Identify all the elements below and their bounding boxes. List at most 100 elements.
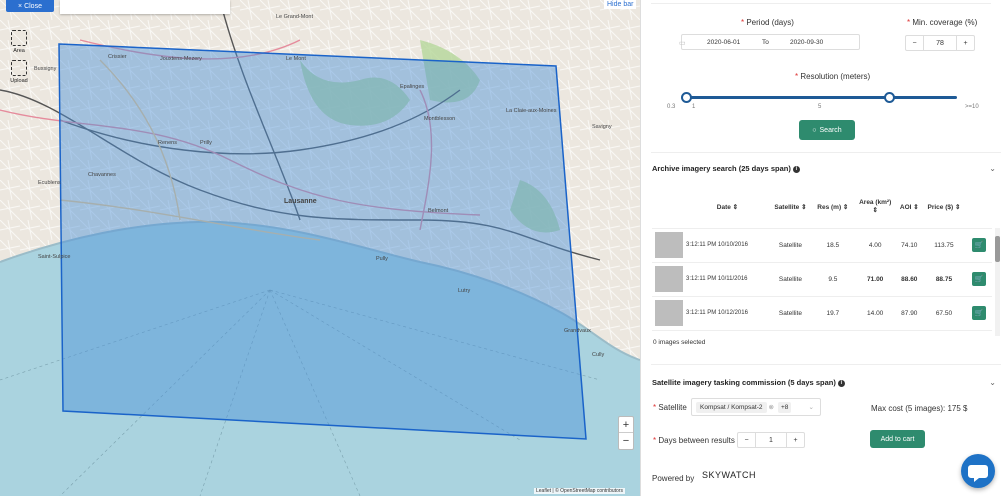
thumb-column-header xyxy=(652,186,686,229)
column-header-area[interactable]: Area (km²) ⇕ xyxy=(853,186,897,229)
zoom-out-button[interactable]: − xyxy=(619,433,633,449)
add-to-cart-icon[interactable]: 🛒 xyxy=(972,306,986,320)
coverage-label: * Min. coverage (%) xyxy=(907,18,978,27)
chat-button[interactable] xyxy=(961,454,995,488)
cell-area: 4.00 xyxy=(853,228,897,263)
map-view[interactable]: Crissier Jouxtens-Mezery Le Mont Bussign… xyxy=(0,0,640,496)
chat-bubble-icon xyxy=(968,465,988,482)
divider xyxy=(651,152,1001,153)
period-label: * Period (days) xyxy=(741,18,794,27)
resolution-slider-track[interactable] xyxy=(687,96,957,99)
cell-price: 67.50 xyxy=(921,296,966,331)
calendar-icon: ▭ xyxy=(679,40,686,47)
place-label: Ecublens xyxy=(38,180,61,186)
table-row[interactable]: 3:12:11 PM 10/12/2016 Satellite 19.7 14.… xyxy=(652,296,992,331)
search-button[interactable]: ○ Search xyxy=(799,120,855,140)
coverage-input[interactable]: 78 xyxy=(924,36,956,50)
place-label: Savigny xyxy=(592,124,612,130)
slider-max-handle[interactable] xyxy=(884,92,895,103)
date-from-input[interactable]: 2020-06-01 xyxy=(707,39,740,46)
cell-date: 3:12:11 PM 10/12/2016 xyxy=(686,296,769,331)
powered-by-label: Powered by xyxy=(652,474,695,483)
tasking-section-title[interactable]: Satellite imagery tasking commission (5 … xyxy=(652,378,845,387)
area-select-icon xyxy=(11,30,27,46)
table-scrollbar[interactable] xyxy=(995,228,1000,336)
place-label: La Claie-aux-Moines xyxy=(506,108,557,114)
cell-price: 113.75 xyxy=(921,228,966,263)
place-label: Pully xyxy=(376,256,388,262)
column-header-satellite[interactable]: Satellite ⇕ xyxy=(768,186,813,229)
table-header-row: Date ⇕ Satellite ⇕ Res (m) ⇕ Area (km²) ⇕… xyxy=(652,186,992,229)
archive-table: Date ⇕ Satellite ⇕ Res (m) ⇕ Area (km²) ⇕… xyxy=(652,186,1002,336)
area-tool-button[interactable]: Area xyxy=(8,30,30,54)
slider-min-label: 0.3 xyxy=(667,104,676,110)
date-to-label: To xyxy=(762,39,769,46)
map-attribution[interactable]: Leaflet | © OpenStreetMap contributors xyxy=(534,488,625,494)
chevron-down-icon: ⌄ xyxy=(808,404,814,411)
satellite-label: * Satellite xyxy=(653,403,687,412)
place-label: Renens xyxy=(158,140,177,146)
date-to-input[interactable]: 2020-09-30 xyxy=(790,39,823,46)
cell-area: 14.00 xyxy=(853,296,897,331)
days-input[interactable]: 1 xyxy=(756,433,786,447)
add-to-cart-icon[interactable]: 🛒 xyxy=(972,238,986,252)
resolution-label: * Resolution (meters) xyxy=(795,72,871,81)
hide-bar-link[interactable]: Hide bar xyxy=(604,0,637,9)
close-button[interactable]: × Close xyxy=(6,0,54,12)
place-label: Epalinges xyxy=(400,84,425,90)
chip-remove-icon[interactable]: ⊗ xyxy=(769,403,774,411)
place-label: Montblesson xyxy=(424,116,456,122)
column-header-date[interactable]: Date ⇕ xyxy=(686,186,769,229)
column-header-price[interactable]: Price ($) ⇕ xyxy=(921,186,966,229)
cell-satellite: Satellite xyxy=(768,228,813,263)
selected-count: 0 images selected xyxy=(653,339,706,346)
zoom-in-button[interactable]: + xyxy=(619,417,633,433)
search-panel: * Period (days) * Min. coverage (%) ▭ 20… xyxy=(640,0,1008,496)
days-plus-button[interactable]: + xyxy=(786,433,804,447)
more-satellites-badge: +8 xyxy=(777,401,792,413)
satellite-select[interactable]: Kompsat / Kompsat-2 ⊗ +8 ⌄ xyxy=(691,398,821,416)
skywatch-logo[interactable]: SKYWATCH xyxy=(702,470,756,480)
cell-res: 9.5 xyxy=(812,262,854,297)
image-thumbnail[interactable] xyxy=(655,300,683,326)
table-row[interactable]: 3:12:11 PM 10/10/2016 Satellite 18.5 4.0… xyxy=(652,228,992,263)
column-header-aoi[interactable]: AOI ⇕ xyxy=(896,186,922,229)
place-label: Crissier xyxy=(108,54,127,60)
chevron-down-icon[interactable]: ⌄ xyxy=(989,378,996,387)
cart-column-header xyxy=(966,186,992,229)
info-icon: i xyxy=(837,379,845,387)
place-label: Belmont xyxy=(428,208,449,214)
add-to-cart-icon[interactable]: 🛒 xyxy=(972,272,986,286)
upload-tool-button[interactable]: Upload xyxy=(8,60,30,84)
area-of-interest-polygon xyxy=(58,43,587,440)
cell-date: 3:12:11 PM 10/10/2016 xyxy=(686,228,769,263)
cell-res: 18.5 xyxy=(812,228,854,263)
search-button-label: Search xyxy=(819,126,842,134)
scrollbar-thumb[interactable] xyxy=(995,236,1000,262)
column-header-res[interactable]: Res (m) ⇕ xyxy=(812,186,854,229)
date-range-picker[interactable]: ▭ 2020-06-01 To 2020-09-30 xyxy=(679,34,860,50)
panel-top-divider xyxy=(651,0,991,4)
map-search-input[interactable] xyxy=(60,0,230,14)
cell-satellite: Satellite xyxy=(768,296,813,331)
place-label: Saint-Sulpice xyxy=(38,254,71,260)
slider-min-handle[interactable] xyxy=(681,92,692,103)
image-thumbnail[interactable] xyxy=(655,232,683,258)
archive-section-title[interactable]: Archive imagery search (25 days span) i xyxy=(652,164,800,173)
table-row[interactable]: 3:12:11 PM 10/11/2016 Satellite 9.5 71.0… xyxy=(652,262,992,297)
cell-aoi: 74.10 xyxy=(896,228,922,263)
days-between-label: * Days between results xyxy=(653,436,735,445)
chevron-down-icon[interactable]: ⌄ xyxy=(989,164,996,173)
days-minus-button[interactable]: − xyxy=(738,433,756,447)
add-to-cart-button[interactable]: Add to cart xyxy=(870,430,925,448)
place-label: Le Mont xyxy=(286,56,306,62)
coverage-plus-button[interactable]: + xyxy=(956,36,974,50)
info-icon: i xyxy=(792,165,800,173)
upload-icon xyxy=(11,60,27,76)
image-thumbnail[interactable] xyxy=(655,266,683,292)
days-stepper: − 1 + xyxy=(737,432,805,448)
coverage-minus-button[interactable]: − xyxy=(906,36,924,50)
max-cost-label: Max cost (5 images): 175 $ xyxy=(871,404,968,413)
area-tool-label: Area xyxy=(13,48,25,54)
cell-aoi: 87.90 xyxy=(896,296,922,331)
